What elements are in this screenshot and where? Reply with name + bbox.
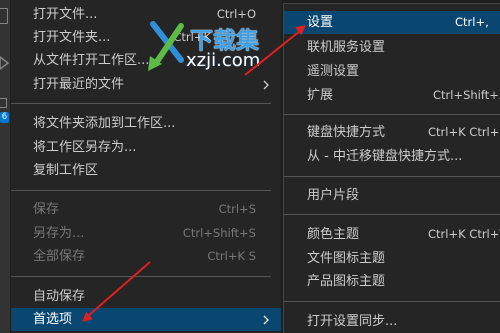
run-debug-icon[interactable] bbox=[0, 56, 9, 70]
menu-item-label: 打开文件... bbox=[33, 7, 98, 22]
watermark-domain: xzji.com bbox=[186, 50, 261, 71]
chevron-right-icon-shape bbox=[263, 315, 269, 325]
menu-item-open-recent[interactable]: 打开最近的文件 bbox=[11, 73, 281, 96]
chevron-right-icon-shape bbox=[263, 80, 269, 90]
menu-item-save-workspace-as[interactable]: 将工作区另存为... bbox=[11, 136, 281, 159]
menu-item-label: 另存为... bbox=[33, 226, 85, 241]
run-debug-icon-shape bbox=[0, 56, 9, 70]
shortcut-label: Ctrl+Shift+S bbox=[182, 226, 256, 240]
chevron-right-icon bbox=[263, 315, 269, 325]
menu-item-label: 将文件夹添加到工作区... bbox=[33, 116, 176, 131]
shortcut-label: Ctrl+K Ctrl+T bbox=[428, 227, 500, 241]
menu-item-label: 复制工作区 bbox=[33, 163, 99, 178]
files-icon[interactable] bbox=[0, 8, 8, 24]
menu-item-label: 遥测设置 bbox=[307, 64, 360, 79]
menu-item-add-folder-to-workspace[interactable]: 将文件夹添加到工作区... bbox=[11, 112, 281, 135]
shortcut-label: Ctrl+, bbox=[455, 15, 489, 29]
menu-item-label: 文件图标主题 bbox=[307, 251, 386, 266]
menu-item-label: 首选项 bbox=[33, 312, 73, 327]
submenu-item-settings[interactable]: 设置 Ctrl+, bbox=[284, 11, 500, 34]
menu-item-label: 从 - 中迁移键盘快捷方式... bbox=[307, 149, 463, 164]
menu-item-label: 全部保存 bbox=[33, 249, 86, 264]
submenu-item-migrate-keyboard-shortcuts[interactable]: 从 - 中迁移键盘快捷方式... bbox=[284, 145, 500, 168]
menu-item-label: 扩展 bbox=[307, 88, 334, 103]
menu-separator bbox=[284, 176, 500, 177]
submenu-item-online-services-settings[interactable]: 联机服务设置 bbox=[284, 36, 500, 59]
menu-item-label: 颜色主题 bbox=[307, 227, 360, 242]
menu-item-label: 保存 bbox=[33, 202, 60, 217]
menu-item-label: 用户片段 bbox=[307, 188, 360, 203]
submenu-item-extensions[interactable]: 扩展 Ctrl+Shift+X bbox=[284, 84, 500, 107]
chevron-right-icon bbox=[263, 80, 269, 90]
submenu-item-file-icon-theme[interactable]: 文件图标主题 bbox=[284, 247, 500, 270]
submenu-item-user-snippets[interactable]: 用户片段 bbox=[284, 184, 500, 207]
menu-item-save-all[interactable]: 全部保存 Ctrl+K S bbox=[11, 245, 281, 268]
menu-item-label: 打开文件夹... bbox=[33, 30, 111, 45]
menu-separator bbox=[284, 114, 500, 115]
menu-item-label: 打开最近的文件 bbox=[33, 77, 125, 92]
extensions-icon[interactable] bbox=[0, 98, 7, 108]
menu-item-label: 键盘快捷方式 bbox=[307, 125, 386, 140]
xzji-logo-icon bbox=[148, 21, 184, 71]
menu-separator bbox=[284, 214, 500, 215]
submenu-item-color-theme[interactable]: 颜色主题 Ctrl+K Ctrl+T bbox=[284, 223, 500, 246]
shortcut-label: Ctrl+Shift+X bbox=[433, 88, 500, 102]
menu-item-label: 自动保存 bbox=[33, 289, 86, 304]
menu-item-preferences[interactable]: 首选项 bbox=[11, 308, 281, 331]
shortcut-label: Ctrl+K Ctrl+S bbox=[428, 125, 500, 139]
menu-item-label: 将工作区另存为... bbox=[33, 140, 137, 155]
preferences-submenu: 设置 Ctrl+, 联机服务设置 遥测设置 扩展 Ctrl+Shift+X 键盘… bbox=[283, 3, 500, 333]
menu-separator bbox=[11, 190, 271, 191]
shortcut-label: Ctrl+K S bbox=[207, 249, 256, 263]
menu-item-label: 产品图标主题 bbox=[307, 274, 386, 289]
activity-bar: 6 bbox=[0, 0, 10, 333]
menu-item-label: 设置 bbox=[307, 15, 334, 30]
menu-item-label: 从文件打开工作区... bbox=[33, 53, 150, 68]
menu-separator bbox=[11, 103, 271, 104]
extensions-badge: 6 bbox=[0, 112, 9, 123]
menu-item-save-as[interactable]: 另存为... Ctrl+Shift+S bbox=[11, 222, 281, 245]
menu-separator bbox=[11, 276, 271, 277]
menu-separator bbox=[284, 301, 500, 302]
shortcut-label: Ctrl+S bbox=[218, 202, 256, 216]
menu-item-save[interactable]: 保存 Ctrl+S bbox=[11, 198, 281, 221]
screen: 6 打开文件... Ctrl+O 打开文件夹... Ctrl+K 从文件打开工作… bbox=[0, 0, 500, 333]
menu-item-label: 联机服务设置 bbox=[307, 40, 386, 55]
submenu-item-keyboard-shortcuts[interactable]: 键盘快捷方式 Ctrl+K Ctrl+S bbox=[284, 121, 500, 144]
submenu-item-product-icon-theme[interactable]: 产品图标主题 bbox=[284, 270, 500, 293]
menu-item-duplicate-workspace[interactable]: 复制工作区 bbox=[11, 159, 281, 182]
submenu-item-telemetry-settings[interactable]: 遥测设置 bbox=[284, 60, 500, 83]
submenu-item-settings-sync[interactable]: 打开设置同步... bbox=[284, 310, 500, 333]
menu-item-label: 打开设置同步... bbox=[307, 314, 398, 329]
menu-item-auto-save[interactable]: 自动保存 bbox=[11, 285, 281, 308]
